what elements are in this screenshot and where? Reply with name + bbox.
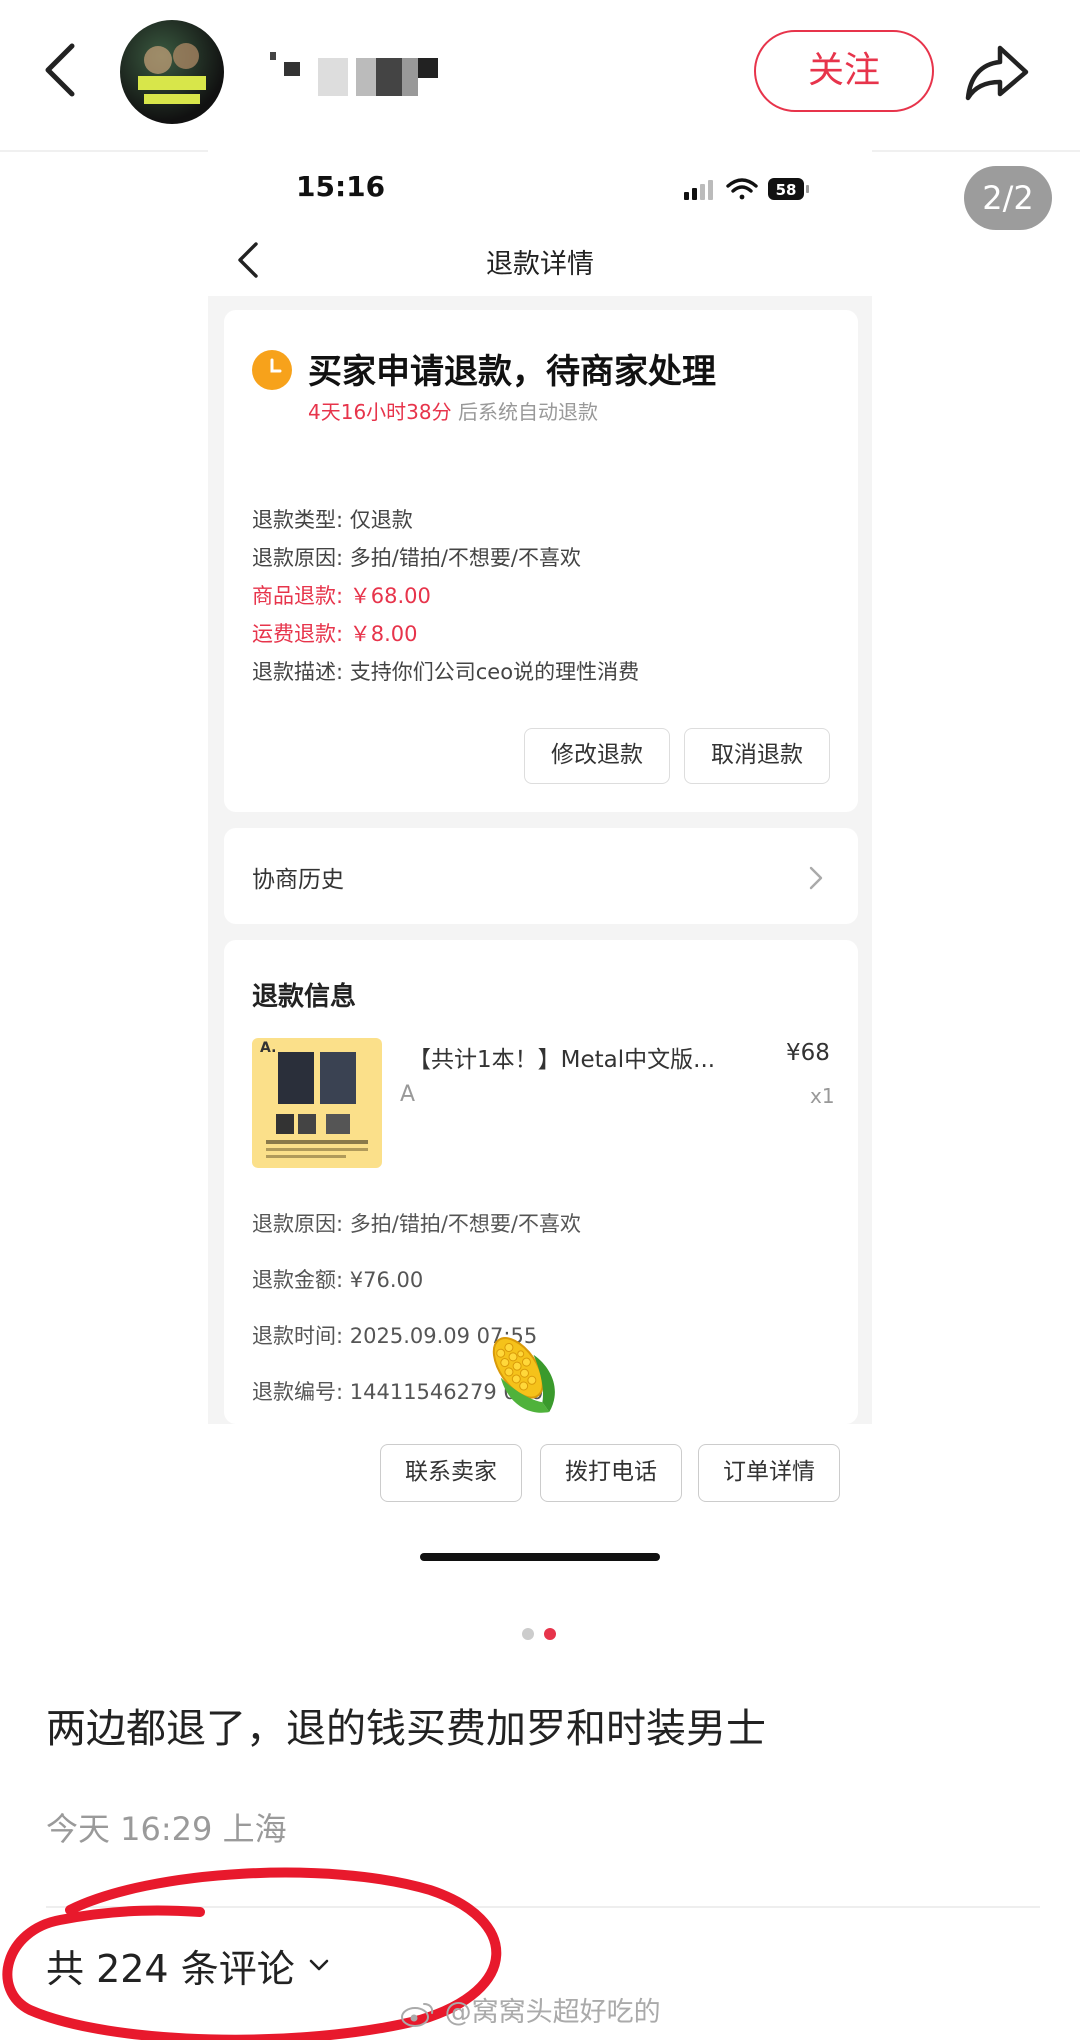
corn-sticker-icon [492, 1337, 555, 1413]
call-button: 拨打电话 [540, 1444, 682, 1502]
signal-icon [684, 180, 713, 200]
refund-status-heading: 买家申请退款，待商家处理 [308, 352, 716, 392]
refund-info-title: 退款信息 [252, 982, 357, 1012]
product-refund-amount: 商品退款: ￥68.00 [252, 584, 431, 608]
watermark-text: @窝窝头超好吃的 [444, 1997, 661, 2028]
info-refund-reason: 退款原因: 多拍/错拍/不想要/不喜欢 [252, 1212, 581, 1236]
negotiation-history-label: 协商历史 [252, 867, 344, 893]
clock-icon [252, 350, 292, 390]
thumb-label: A. [260, 1040, 277, 1056]
home-indicator [420, 1553, 660, 1561]
contact-seller-button: 联系卖家 [380, 1444, 522, 1502]
product-price: ¥68 [786, 1040, 830, 1066]
product-thumbnail: A. [252, 1038, 382, 1168]
thumbnail-image [266, 1052, 368, 1158]
follow-button[interactable]: 关注 [754, 30, 934, 112]
info-refund-amount: 退款金额: ¥76.00 [252, 1268, 424, 1292]
refund-description: 退款描述: 支持你们公司ceo说的理性消费 [252, 660, 640, 684]
chevron-right-icon [809, 866, 823, 890]
product-quantity: x1 [810, 1084, 835, 1108]
cancel-refund-button: 取消退款 [684, 728, 830, 784]
refund-type: 退款类型: 仅退款 [252, 508, 413, 532]
image-counter: 2/2 [964, 166, 1052, 230]
shipping-refund-amount: 运费退款: ￥8.00 [252, 622, 418, 646]
screenshot-page-title: 退款详情 [486, 249, 594, 280]
post-body: 两边都退了，退的钱买费加罗和时装男士 [46, 1706, 766, 1752]
wifi-icon [726, 178, 758, 200]
product-spec: A [400, 1082, 416, 1107]
product-name: 【共计1本！】Metal中文版... [408, 1047, 716, 1073]
refund-countdown-suffix: 后系统自动退款 [458, 400, 598, 424]
watermark: @窝窝头超好吃的 [400, 1990, 661, 2029]
screen: 关注 2/2 15:16 58 退款详情 买家申请退款，待商家处理 4天16小时… [0, 0, 1080, 2040]
status-bar-icons: 58 [684, 178, 809, 200]
carousel-dot-active[interactable] [544, 1628, 556, 1640]
avatar[interactable] [120, 20, 224, 124]
battery-icon: 58 [768, 178, 809, 200]
carousel-dot[interactable] [522, 1628, 534, 1640]
refund-reason: 退款原因: 多拍/错拍/不想要/不喜欢 [252, 546, 581, 570]
share-icon[interactable] [962, 36, 1032, 106]
svg-text:58: 58 [776, 181, 797, 199]
weibo-logo-icon [401, 2002, 434, 2027]
order-details-button: 订单详情 [698, 1444, 840, 1502]
status-bar-time: 15:16 [296, 170, 386, 203]
refund-countdown: 4天16小时38分 [308, 400, 452, 424]
back-icon[interactable] [40, 40, 80, 100]
modify-refund-button: 修改退款 [524, 728, 670, 784]
avatar-image [138, 43, 206, 104]
username-blurred [270, 52, 438, 96]
post-meta: 今天 16:29 上海 [46, 1810, 287, 1848]
